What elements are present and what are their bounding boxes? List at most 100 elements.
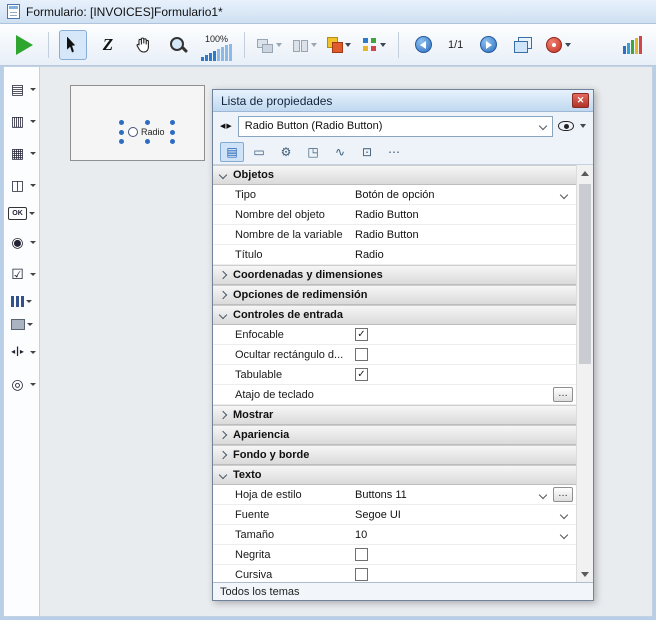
selection-handle[interactable] xyxy=(119,120,124,125)
scroll-down-button[interactable] xyxy=(577,566,593,582)
section-row[interactable]: Fondo y borde xyxy=(213,445,576,465)
scroll-up-button[interactable] xyxy=(577,165,593,181)
chevron-down-icon[interactable] xyxy=(30,241,36,244)
property-row[interactable]: Atajo de teclado… xyxy=(213,385,576,405)
scrollbar-thumb[interactable] xyxy=(579,184,591,364)
selection-handle[interactable] xyxy=(145,120,150,125)
property-row[interactable]: Tamaño10 xyxy=(213,525,576,545)
input-field-tool-button[interactable]: ◫ xyxy=(8,175,36,195)
property-row[interactable]: TítuloRadio xyxy=(213,245,576,265)
grid-tool-button[interactable]: ▦ xyxy=(8,143,36,163)
freehand-tool-button[interactable] xyxy=(94,30,122,60)
checkbox[interactable] xyxy=(355,568,368,581)
layer-tool-button[interactable] xyxy=(325,30,353,60)
bar-buttons-tool-button[interactable] xyxy=(11,296,32,307)
hand-tool-button[interactable] xyxy=(129,30,157,60)
distribution-tool-button[interactable] xyxy=(290,30,318,60)
section-row[interactable]: Apariencia xyxy=(213,425,576,445)
chevron-down-icon[interactable] xyxy=(26,300,32,303)
selection-handle[interactable] xyxy=(145,139,150,144)
tab-screen[interactable]: ⊡ xyxy=(355,142,379,162)
chevron-down-icon[interactable] xyxy=(380,43,386,47)
property-row[interactable]: Cursiva xyxy=(213,565,576,582)
radio-widget[interactable]: Radio xyxy=(121,122,173,142)
ellipsis-button[interactable]: … xyxy=(553,387,573,402)
alignment-tool-button[interactable] xyxy=(255,30,283,60)
zoom-control[interactable]: 100% xyxy=(201,29,232,61)
scrollbar[interactable] xyxy=(576,165,593,582)
chevron-down-icon[interactable] xyxy=(560,191,568,199)
tab-action[interactable]: ◳ xyxy=(301,142,325,162)
property-row[interactable]: Enfocable✓ xyxy=(213,325,576,345)
tab-settings[interactable]: ⚙ xyxy=(274,142,298,162)
list-box-tool-button[interactable]: ▥ xyxy=(8,111,36,131)
checkbox[interactable]: ✓ xyxy=(355,328,368,341)
chevron-down-icon[interactable] xyxy=(560,531,568,539)
chevron-down-icon[interactable] xyxy=(30,152,36,155)
chevron-down-icon[interactable] xyxy=(345,43,351,47)
section-row[interactable]: Mostrar xyxy=(213,405,576,425)
selection-handle[interactable] xyxy=(170,120,175,125)
windows-button[interactable] xyxy=(509,30,537,60)
checkbox-tool-button[interactable]: ☑ xyxy=(8,264,36,284)
window-titlebar[interactable]: Formulario: [INVOICES]Formulario1* xyxy=(0,0,656,24)
prev-page-button[interactable] xyxy=(409,30,437,60)
group-box-tool-button[interactable] xyxy=(11,319,33,330)
property-row[interactable]: Ocultar rectángulo d... xyxy=(213,345,576,365)
tab-control-tool-button[interactable]: ◎ xyxy=(8,374,36,394)
fields-list-button[interactable] xyxy=(618,30,646,60)
tab-more[interactable]: ⋯ xyxy=(382,142,406,162)
property-row[interactable]: Hoja de estiloButtons 11… xyxy=(213,485,576,505)
chevron-down-icon[interactable] xyxy=(539,491,547,499)
chevron-down-icon[interactable] xyxy=(565,43,571,47)
property-row[interactable]: Nombre de la variableRadio Button xyxy=(213,225,576,245)
selection-handle[interactable] xyxy=(170,130,175,135)
prev-next-object-icon[interactable] xyxy=(220,122,233,130)
text-area-tool-button[interactable]: ▤ xyxy=(8,79,36,99)
tab-properties[interactable]: ▤ xyxy=(220,142,244,162)
selection-handle[interactable] xyxy=(170,139,175,144)
chevron-down-icon[interactable] xyxy=(30,351,36,354)
section-row[interactable]: Coordenadas y dimensiones xyxy=(213,265,576,285)
next-page-button[interactable] xyxy=(474,30,502,60)
checkbox[interactable]: ✓ xyxy=(355,368,368,381)
selection-handle[interactable] xyxy=(119,139,124,144)
chevron-down-icon[interactable] xyxy=(30,120,36,123)
property-row[interactable]: Nombre del objetoRadio Button xyxy=(213,205,576,225)
checkbox[interactable] xyxy=(355,348,368,361)
object-selector-dropdown[interactable]: Radio Button (Radio Button) xyxy=(238,116,553,137)
visibility-menu-button[interactable] xyxy=(558,121,586,131)
run-form-button[interactable] xyxy=(10,30,38,60)
property-row[interactable]: TipoBotón de opción xyxy=(213,185,576,205)
close-button[interactable] xyxy=(572,93,589,108)
checkbox[interactable] xyxy=(355,548,368,561)
chevron-down-icon[interactable] xyxy=(30,88,36,91)
form-canvas[interactable]: Radio Lista de propiedades Radio Button … xyxy=(40,66,653,617)
chevron-down-icon[interactable] xyxy=(29,212,35,215)
tab-preview[interactable]: ▭ xyxy=(247,142,271,162)
section-row[interactable]: Objetos xyxy=(213,165,576,185)
zoom-tool-button[interactable] xyxy=(164,30,192,60)
chevron-down-icon[interactable] xyxy=(560,511,568,519)
matrix-tool-button[interactable] xyxy=(360,30,388,60)
property-row[interactable]: Negrita xyxy=(213,545,576,565)
insert-menu-button[interactable] xyxy=(544,30,572,60)
property-row[interactable]: FuenteSegoe UI xyxy=(213,505,576,525)
section-row[interactable]: Opciones de redimensión xyxy=(213,285,576,305)
chevron-down-icon[interactable] xyxy=(30,184,36,187)
ok-button-tool-button[interactable] xyxy=(8,207,35,220)
zoom-bars-icon[interactable] xyxy=(201,44,232,61)
property-row[interactable]: Tabulable✓ xyxy=(213,365,576,385)
ellipsis-button[interactable]: … xyxy=(553,487,573,502)
chevron-down-icon[interactable] xyxy=(27,323,33,326)
chevron-down-icon[interactable] xyxy=(30,383,36,386)
splitter-tool-button[interactable] xyxy=(8,342,36,362)
tab-curve[interactable]: ∿ xyxy=(328,142,352,162)
section-row[interactable]: Controles de entrada xyxy=(213,305,576,325)
section-row[interactable]: Texto xyxy=(213,465,576,485)
radio-button-tool-button[interactable]: ◉ xyxy=(8,232,36,252)
select-tool-button[interactable] xyxy=(59,30,87,60)
scrollbar-track[interactable] xyxy=(577,181,593,566)
form-page[interactable]: Radio xyxy=(70,85,205,161)
chevron-down-icon[interactable] xyxy=(30,273,36,276)
